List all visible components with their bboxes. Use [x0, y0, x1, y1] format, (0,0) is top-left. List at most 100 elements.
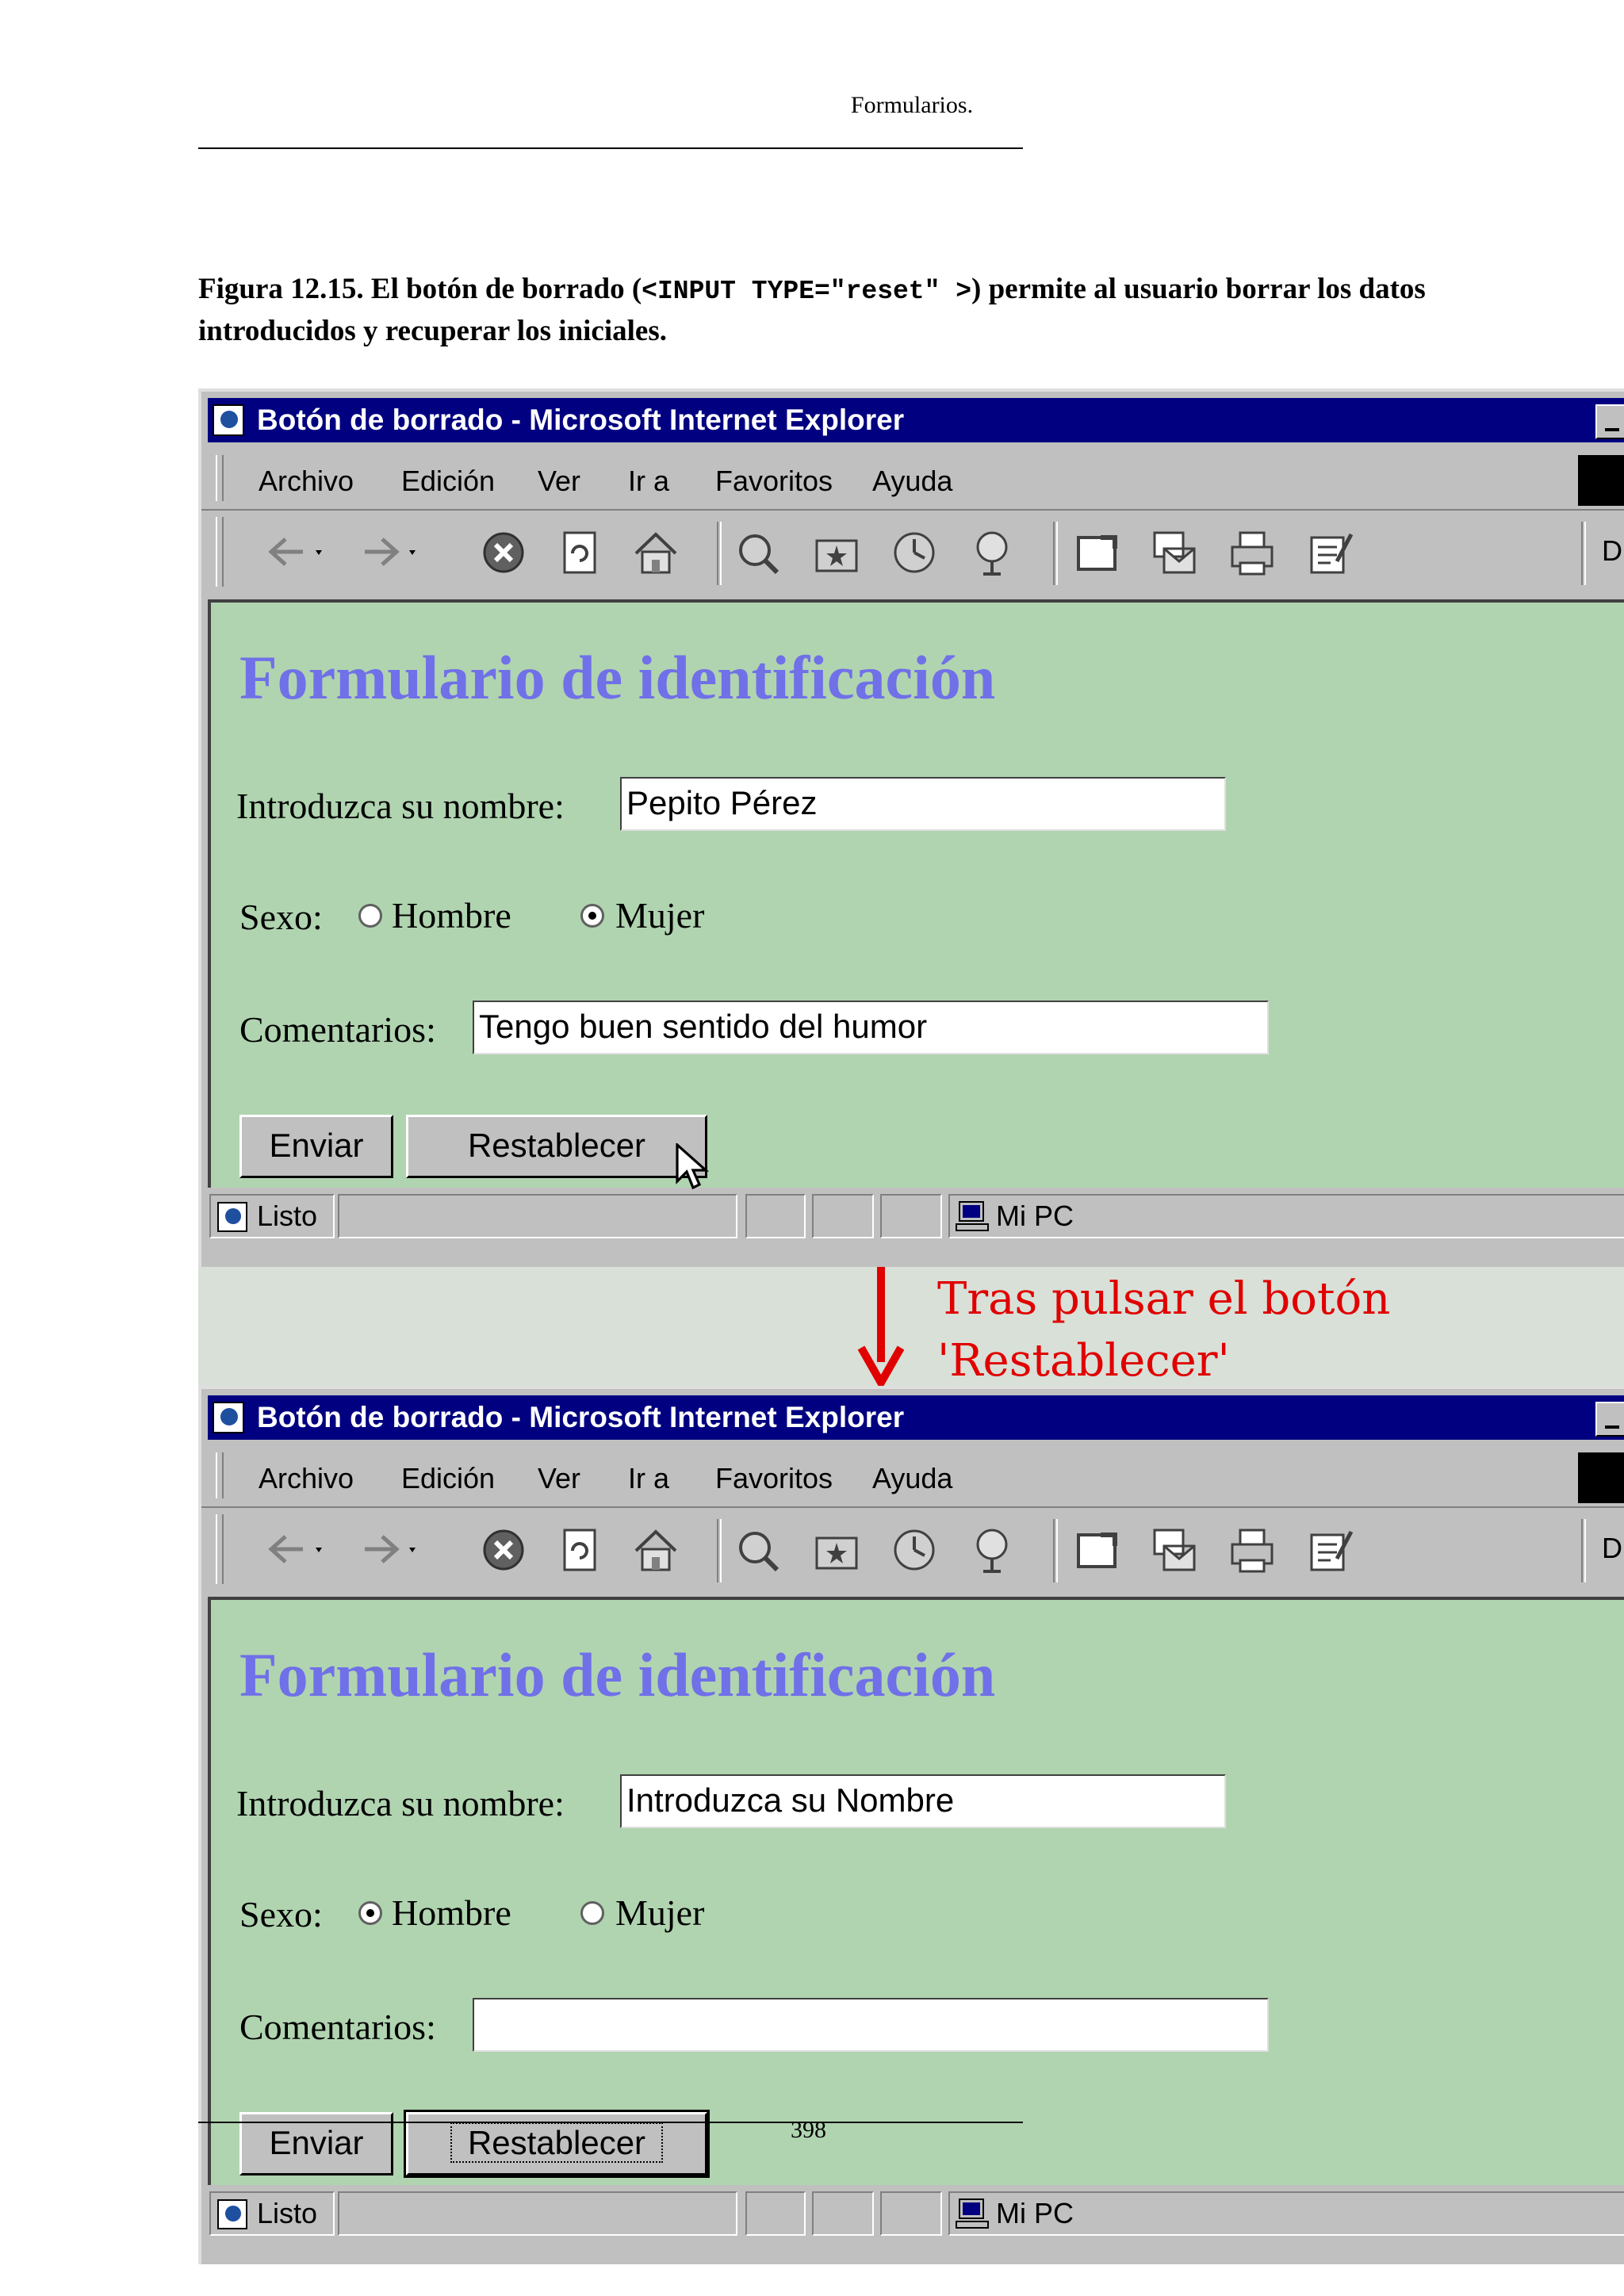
comments-input[interactable] — [473, 1998, 1269, 2052]
menu-archivo[interactable]: Archivo — [259, 465, 354, 498]
annotation-line-2: 'Restablecer' — [937, 1335, 1230, 1387]
radio-hombre[interactable] — [358, 904, 382, 928]
stop-icon[interactable] — [479, 1525, 528, 1575]
refresh-icon[interactable] — [555, 1525, 604, 1575]
menu-bar: Archivo Edición Ver Ir a Favoritos Ayuda — [201, 447, 1624, 511]
toolbar: Di — [201, 1508, 1624, 1590]
caption-text-before: El botón de borrado ( — [370, 273, 642, 305]
toolbar-separator — [1581, 1519, 1586, 1582]
forward-arrow-icon[interactable] — [346, 528, 425, 577]
menu-ir-a[interactable]: Ir a — [628, 1462, 669, 1495]
reset-button[interactable]: Restablecer — [406, 1115, 707, 1178]
comments-input[interactable]: Tengo buen sentido del humor — [473, 1001, 1269, 1054]
ie-icon — [213, 1402, 244, 1433]
home-icon[interactable] — [631, 1525, 680, 1575]
search-icon[interactable] — [733, 1525, 782, 1575]
toolbar-separator — [1581, 522, 1586, 585]
toolbar-grip — [216, 1514, 224, 1584]
menu-ver[interactable]: Ver — [538, 1462, 580, 1495]
radio-mujer[interactable] — [580, 904, 604, 928]
name-input[interactable]: Pepito Pérez — [620, 777, 1226, 831]
minimize-button[interactable] — [1595, 404, 1624, 439]
edit-icon[interactable] — [1305, 528, 1354, 577]
form-title: Formulario de identificación — [239, 1640, 996, 1709]
status-text-cell: Listo — [209, 2191, 335, 2236]
status-text-cell: Listo — [209, 1194, 335, 1238]
toolbar-separator — [717, 522, 722, 585]
submit-button[interactable]: Enviar — [239, 1115, 393, 1178]
print-icon[interactable] — [1228, 1525, 1277, 1575]
radio-mujer[interactable] — [580, 1901, 604, 1925]
toolbar-separator — [1053, 1519, 1058, 1582]
address-label: Di — [1602, 1532, 1624, 1564]
print-icon[interactable] — [1228, 528, 1277, 577]
annotation: Tras pulsar el botón 'Restablecer' — [937, 1269, 1390, 1392]
stop-icon[interactable] — [479, 528, 528, 577]
status-zone-cell: Mi PC — [948, 2191, 1624, 2236]
menu-edicion[interactable]: Edición — [401, 1462, 495, 1495]
toolbar: Di — [201, 511, 1624, 593]
page-header: Formularios. — [850, 92, 974, 118]
throbber — [1578, 455, 1624, 506]
radio-mujer-label: Mujer — [615, 895, 705, 936]
status-progress-cell — [338, 1194, 737, 1238]
transition-band — [198, 1267, 1624, 1386]
radio-hombre-label: Hombre — [392, 895, 511, 936]
status-cell — [812, 2191, 874, 2236]
page-number: 398 — [791, 2117, 826, 2143]
channels-icon[interactable] — [967, 528, 1017, 577]
refresh-icon[interactable] — [555, 528, 604, 577]
edit-icon[interactable] — [1305, 1525, 1354, 1575]
submit-button-label: Enviar — [269, 2124, 364, 2161]
window-title: Botón de borrado - Microsoft Internet Ex… — [257, 1401, 905, 1433]
mail-icon[interactable] — [1150, 528, 1199, 577]
my-computer-icon — [956, 1201, 989, 1231]
name-input[interactable]: Introduzca su Nombre — [620, 1774, 1226, 1828]
status-cell — [812, 1194, 874, 1238]
minimize-button[interactable] — [1595, 1402, 1624, 1437]
menu-grip — [216, 455, 224, 501]
fullscreen-icon[interactable] — [1072, 1525, 1121, 1575]
status-zone: Mi PC — [996, 2197, 1074, 2229]
back-arrow-icon[interactable] — [254, 528, 333, 577]
menu-ver[interactable]: Ver — [538, 465, 580, 498]
figure-caption: Figura 12.15. El botón de borrado (<INPU… — [198, 270, 1467, 351]
reset-button-label: Restablecer — [450, 2122, 664, 2163]
submit-button-label: Enviar — [269, 1127, 364, 1164]
forward-arrow-icon[interactable] — [346, 1525, 425, 1575]
home-icon[interactable] — [631, 528, 680, 577]
menu-ayuda[interactable]: Ayuda — [872, 465, 952, 498]
menu-ir-a[interactable]: Ir a — [628, 465, 669, 498]
mail-icon[interactable] — [1150, 1525, 1199, 1575]
menu-favoritos[interactable]: Favoritos — [715, 1462, 833, 1495]
toolbar-grip — [216, 517, 224, 587]
history-icon[interactable] — [890, 1525, 939, 1575]
history-icon[interactable] — [890, 528, 939, 577]
toolbar-separator — [1053, 522, 1058, 585]
status-zone: Mi PC — [996, 1200, 1074, 1232]
menu-favoritos[interactable]: Favoritos — [715, 465, 833, 498]
status-zone-cell: Mi PC — [948, 1194, 1624, 1238]
channels-icon[interactable] — [967, 1525, 1017, 1575]
status-cell — [745, 1194, 806, 1238]
menu-bar: Archivo Edición Ver Ir a Favoritos Ayuda — [201, 1445, 1624, 1508]
page-content: Formulario de identificación Introduzca … — [208, 1597, 1624, 2185]
favorites-icon[interactable] — [812, 1525, 861, 1575]
sex-label: Sexo: — [239, 1894, 323, 1934]
status-bar: Listo Mi PC — [201, 2187, 1624, 2239]
page-content: Formulario de identificación Introduzca … — [208, 599, 1624, 1190]
status-bar: Listo Mi PC — [201, 1189, 1624, 1242]
favorites-icon[interactable] — [812, 528, 861, 577]
menu-ayuda[interactable]: Ayuda — [872, 1462, 952, 1495]
figure-number: Figura 12.15. — [198, 273, 364, 305]
menu-archivo[interactable]: Archivo — [259, 1462, 354, 1495]
radio-hombre[interactable] — [358, 1901, 382, 1925]
browser-window-after: Botón de borrado - Microsoft Internet Ex… — [198, 1386, 1624, 2264]
comments-label: Comentarios: — [239, 1009, 436, 1050]
back-arrow-icon[interactable] — [254, 1525, 333, 1575]
search-icon[interactable] — [733, 528, 782, 577]
status-ie-icon — [217, 1202, 247, 1232]
menu-edicion[interactable]: Edición — [401, 465, 495, 498]
sex-label: Sexo: — [239, 897, 323, 937]
fullscreen-icon[interactable] — [1072, 528, 1121, 577]
